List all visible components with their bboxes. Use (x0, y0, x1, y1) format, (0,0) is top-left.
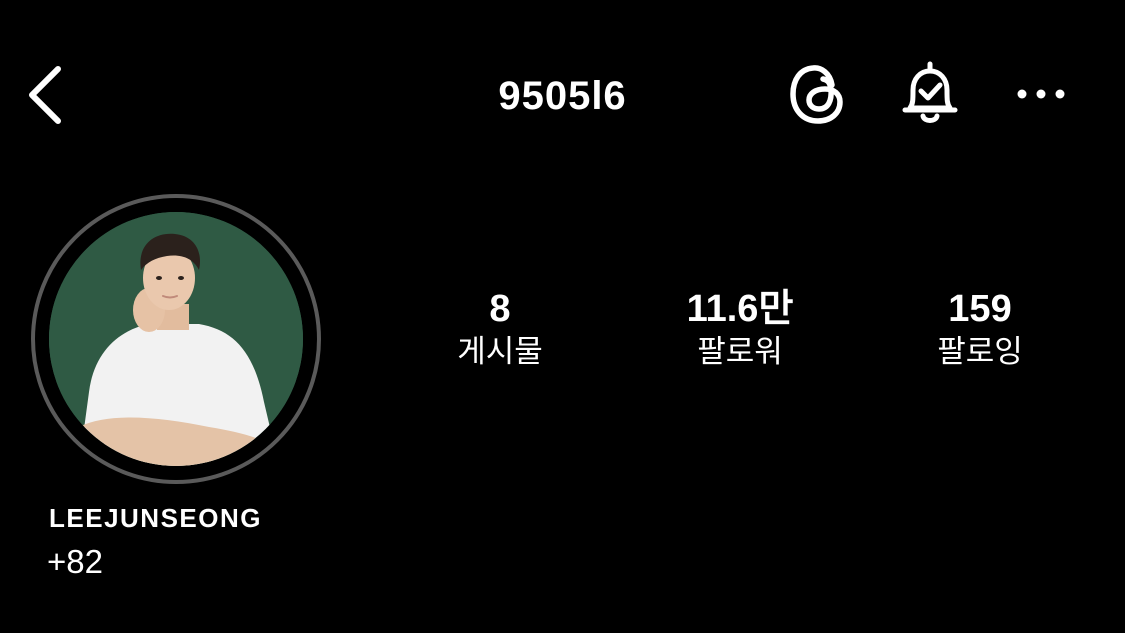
bell-check-icon (898, 60, 962, 133)
following-stat[interactable]: 159 팔로잉 (880, 285, 1080, 371)
profile-stats: 8 게시물 11.6만 팔로워 159 팔로잉 (400, 285, 1080, 385)
followers-stat[interactable]: 11.6만 팔로워 (640, 285, 840, 371)
more-options-button[interactable] (1003, 58, 1079, 134)
posts-stat[interactable]: 8 게시물 (400, 285, 600, 371)
bio-text: +82 (47, 543, 103, 580)
followers-label: 팔로워 (697, 334, 783, 369)
notifications-button[interactable] (892, 58, 968, 134)
chevron-left-icon (26, 65, 66, 130)
profile-photo (49, 212, 303, 466)
story-ring[interactable] (31, 194, 321, 484)
back-button[interactable] (22, 62, 70, 132)
avatar[interactable] (49, 212, 303, 466)
posts-label: 게시물 (457, 334, 543, 369)
more-horizontal-icon (1016, 87, 1066, 106)
threads-button[interactable] (780, 58, 856, 134)
threads-icon (787, 61, 849, 132)
display-name: LEEJUNSEONG (49, 503, 262, 533)
following-label: 팔로잉 (937, 334, 1023, 369)
posts-count: 8 (489, 288, 511, 330)
followers-count: 11.6만 (686, 288, 794, 330)
profile-header: 9505l6 (0, 52, 1125, 142)
following-count: 159 (948, 288, 1012, 330)
